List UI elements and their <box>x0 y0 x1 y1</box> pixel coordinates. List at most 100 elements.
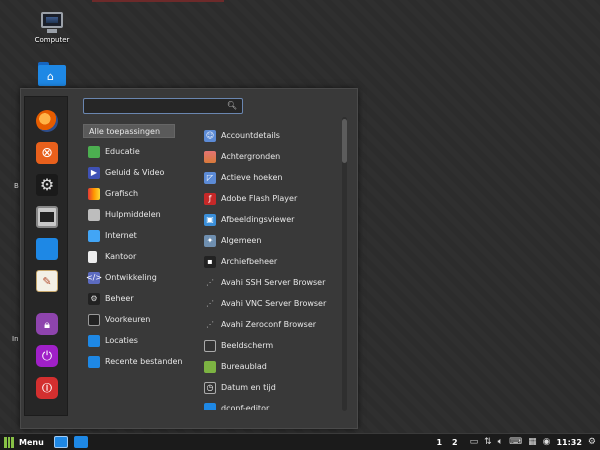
top-accent-bar <box>92 0 224 2</box>
accessories-icon <box>88 208 100 221</box>
category-label: Locaties <box>105 336 138 345</box>
app-list-scrollbar[interactable] <box>342 117 347 411</box>
category-label: Geluid & Video <box>105 168 165 177</box>
desktop-icon-computer[interactable]: Computer <box>27 12 77 44</box>
category-label: Hulpmiddelen <box>105 210 161 219</box>
general-icon: ✦ <box>204 234 216 247</box>
app-item[interactable]: Bureaublad <box>201 356 337 377</box>
clock[interactable]: 11:32 <box>556 438 581 447</box>
network-icon: ⋰ <box>206 319 214 329</box>
display-icon <box>204 339 216 352</box>
scrollbar-thumb[interactable] <box>342 119 347 163</box>
recent-files-icon <box>88 355 100 368</box>
category-label: Internet <box>105 231 137 240</box>
app-item[interactable]: ⋰ Avahi VNC Server Browser <box>201 293 337 314</box>
workspace-2[interactable]: 2 <box>452 438 458 447</box>
settings-icon[interactable]: ⚙ <box>36 174 58 196</box>
mint-logo-icon <box>4 436 14 448</box>
app-label: Avahi Zeroconf Browser <box>221 320 317 329</box>
app-item[interactable]: ◷ Datum en tijd <box>201 377 337 398</box>
app-item[interactable]: ✦ Algemeen <box>201 230 337 251</box>
hot-corners-icon: ◸ <box>204 171 216 184</box>
category-label: Educatie <box>105 147 140 156</box>
category-graphics[interactable]: Grafisch <box>83 183 175 204</box>
computer-icon <box>39 12 65 34</box>
notifications-icon[interactable]: ▭ <box>470 437 479 447</box>
category-accessories[interactable]: Hulpmiddelen <box>83 204 175 225</box>
user-icon[interactable]: ⚙ <box>588 437 596 447</box>
software-manager-icon[interactable]: ⊗ <box>36 142 58 164</box>
category-education[interactable]: Educatie <box>83 141 175 162</box>
folder-icon[interactable] <box>36 238 58 260</box>
app-item[interactable]: ☺ Accountdetails <box>201 125 337 146</box>
desktop-icon-label: Computer <box>34 36 70 44</box>
taskbar: Menu 1 2 ▭ ⇅ 🔈︎ ⌨ ▦ ◉ 11:32 ⚙ <box>0 433 600 450</box>
app-label: Algemeen <box>221 236 262 245</box>
app-item[interactable]: ⋰ Avahi SSH Server Browser <box>201 272 337 293</box>
search-input[interactable] <box>89 100 229 112</box>
power-status-icon[interactable]: ◉ <box>543 437 551 447</box>
category-development[interactable]: </> Ontwikkeling <box>83 267 175 288</box>
flash-icon: ƒ <box>204 192 216 205</box>
app-item[interactable]: ◸ Actieve hoeken <box>201 167 337 188</box>
image-viewer-icon: ▣ <box>204 213 216 226</box>
keyboard-icon[interactable]: ⌨ <box>509 437 522 447</box>
firefox-icon[interactable] <box>36 110 58 132</box>
administration-icon: ⚙ <box>88 292 100 305</box>
terminal-icon[interactable] <box>36 206 58 228</box>
app-item[interactable]: ▣ Afbeeldingsviewer <box>201 209 337 230</box>
app-item[interactable]: ƒ Adobe Flash Player <box>201 188 337 209</box>
menu-button-label: Menu <box>19 437 44 447</box>
category-label: Ontwikkeling <box>105 273 157 282</box>
app-item[interactable]: Beeldscherm <box>201 335 337 356</box>
category-multimedia[interactable]: ▶ Geluid & Video <box>83 162 175 183</box>
category-recent-files[interactable]: Recente bestanden <box>83 351 182 372</box>
category-internet[interactable]: Internet <box>83 225 175 246</box>
app-label: Avahi SSH Server Browser <box>221 278 326 287</box>
category-label: Alle toepassingen <box>89 126 161 136</box>
app-label: Afbeeldingsviewer <box>221 215 295 224</box>
category-all-applications[interactable]: Alle toepassingen <box>83 124 175 138</box>
date-time-icon: ◷ <box>204 381 216 394</box>
favorites-bar: ⊗ ⚙ ✎ 🔒︎ ⏻ ⏼ <box>24 96 68 416</box>
app-item[interactable]: dconf-editor <box>201 398 337 410</box>
logout-icon[interactable]: ⏻ <box>36 345 58 367</box>
places-icon <box>88 334 100 347</box>
app-item[interactable]: ▪ Archiefbeheer <box>201 251 337 272</box>
app-item[interactable]: Achtergronden <box>201 146 337 167</box>
category-places[interactable]: Locaties <box>83 330 175 351</box>
system-tray: ▭ ⇅ 🔈︎ ⌨ ▦ ◉ 11:32 ⚙ <box>470 437 596 447</box>
home-folder-icon: ⌂ <box>38 62 66 86</box>
volume-icon[interactable]: 🔈︎ <box>498 437 503 447</box>
text-editor-icon[interactable]: ✎ <box>36 270 58 292</box>
search-icon: 🔍︎ <box>226 101 237 110</box>
app-label: Archiefbeheer <box>221 257 278 266</box>
network-icon[interactable]: ⇅ <box>484 437 492 447</box>
flag-icon[interactable]: ▦ <box>528 437 537 447</box>
dconf-icon <box>204 402 216 410</box>
network-icon: ⋰ <box>206 298 214 308</box>
search-box[interactable]: 🔍︎ <box>83 98 243 114</box>
app-item[interactable]: ⋰ Avahi Zeroconf Browser <box>201 314 337 335</box>
category-label: Voorkeuren <box>105 315 151 324</box>
network-icon: ⋰ <box>206 277 214 287</box>
menu-button[interactable]: Menu <box>0 434 48 450</box>
category-list: Alle toepassingen Educatie ▶ Geluid & Vid… <box>83 124 182 372</box>
category-administration[interactable]: ⚙ Beheer <box>83 288 175 309</box>
category-label: Recente bestanden <box>105 357 183 366</box>
education-icon <box>88 145 100 158</box>
desktop-icon-home[interactable]: ⌂ <box>27 62 77 86</box>
desktop-edge-label: B <box>14 182 19 190</box>
category-label: Grafisch <box>105 189 139 198</box>
category-label: Kantoor <box>105 252 137 261</box>
power-icon[interactable]: ⏼ <box>36 377 58 399</box>
backgrounds-icon <box>204 150 216 163</box>
category-preferences[interactable]: Voorkeuren <box>83 309 175 330</box>
category-office[interactable]: Kantoor <box>83 246 175 267</box>
lock-icon[interactable]: 🔒︎ <box>36 313 58 335</box>
workspace-1[interactable]: 1 <box>436 438 442 447</box>
terminal-launcher-icon[interactable] <box>53 436 68 448</box>
app-label: Adobe Flash Player <box>221 194 298 203</box>
application-menu: ⊗ ⚙ ✎ 🔒︎ ⏻ ⏼ 🔍︎ Alle toepassingen Educat… <box>20 88 358 429</box>
files-launcher-icon[interactable] <box>73 436 88 448</box>
